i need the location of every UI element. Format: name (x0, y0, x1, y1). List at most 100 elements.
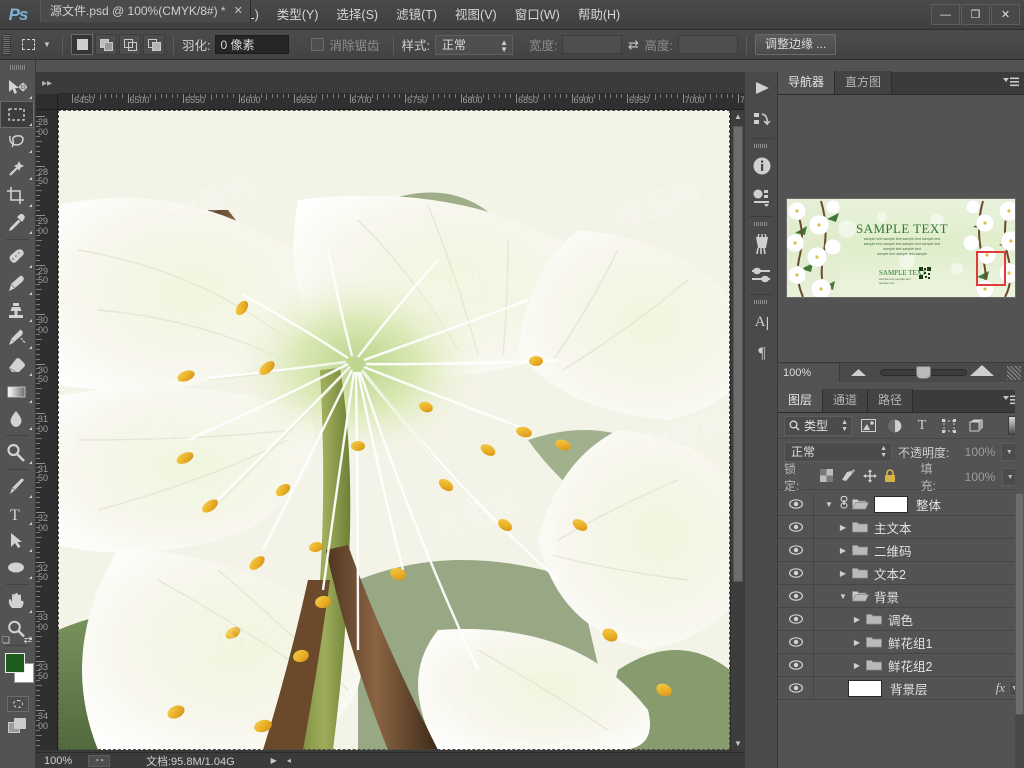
crop-tool[interactable] (0, 182, 34, 209)
height-input[interactable] (677, 35, 738, 54)
screen-mode-button[interactable] (0, 718, 35, 734)
chevron-right-icon[interactable]: ▶ (834, 546, 852, 555)
lock-transparent-icon[interactable] (819, 469, 833, 485)
new-selection-button[interactable] (71, 34, 93, 55)
chevron-right-icon[interactable]: ▶ (848, 615, 866, 624)
navigator-thumbnail[interactable]: SAMPLE TEXT sample text sample text samp… (786, 198, 1016, 298)
layer-row[interactable]: ▶ 鲜花组1 (778, 630, 1024, 654)
menu-9[interactable]: 帮助(H) (569, 0, 629, 30)
link-icon[interactable] (838, 495, 850, 512)
layer-visibility-toggle[interactable] (778, 561, 814, 585)
layer-visibility-toggle[interactable] (778, 584, 814, 608)
tab-paths[interactable]: 路径 (868, 389, 914, 412)
lock-position-icon[interactable] (862, 468, 877, 486)
status-menu-icon[interactable]: ▶ (271, 756, 277, 765)
vertical-scroll-thumb[interactable] (733, 126, 743, 582)
refine-edge-button[interactable]: 调整边缘 ... (754, 34, 837, 55)
chevron-down-icon[interactable]: ▼ (820, 500, 838, 509)
history-icon[interactable] (745, 104, 779, 136)
options-bar-grip[interactable] (2, 33, 11, 56)
feather-input[interactable]: 0 像素 (215, 35, 290, 54)
lasso-tool[interactable] (0, 128, 34, 155)
adjustment-filter-icon[interactable] (884, 416, 906, 436)
zoom-in-icon[interactable] (969, 365, 995, 380)
layer-row[interactable]: ▶ 鲜花组2 (778, 653, 1024, 677)
layer-row[interactable]: ▶ 调色 (778, 607, 1024, 631)
intersect-selection-button[interactable] (143, 34, 165, 55)
layer-row-body[interactable]: ▼ 背景 (814, 585, 1024, 608)
collapse-panel-icon[interactable]: ▸▸ (36, 72, 58, 94)
layers-scrollbar[interactable] (1015, 493, 1024, 768)
healing-brush-tool[interactable] (0, 243, 34, 270)
mini-bridge-icon[interactable] (745, 182, 779, 214)
layer-row-body[interactable]: ▶ 主文本 (814, 516, 1024, 539)
layer-row[interactable]: ▶ 主文本 (778, 515, 1024, 539)
canvas[interactable]: 我图网 我图网 我图网 我图网 我图网 我图网 我图网 我图网 (58, 110, 744, 750)
layer-row-body[interactable]: ▼ 整体 (814, 493, 1024, 516)
chevron-right-icon[interactable]: ▶ (848, 638, 866, 647)
dodge-tool[interactable] (0, 439, 34, 466)
type-tool[interactable]: T (0, 500, 34, 527)
gradient-tool[interactable] (0, 378, 34, 405)
layer-visibility-toggle[interactable] (778, 653, 814, 677)
close-button[interactable]: ✕ (991, 4, 1020, 25)
menu-8[interactable]: 窗口(W) (506, 0, 569, 30)
layer-row[interactable]: ▼ 背景 (778, 584, 1024, 608)
layer-visibility-toggle[interactable] (778, 515, 814, 539)
layer-visibility-toggle[interactable] (778, 676, 814, 700)
path-selection-tool[interactable] (0, 527, 34, 554)
menu-5[interactable]: 选择(S) (327, 0, 387, 30)
layers-scroll-thumb[interactable] (1015, 493, 1024, 715)
layer-mask-thumbnail[interactable] (874, 495, 908, 513)
pen-tool[interactable] (0, 473, 34, 500)
tools-panel-grip[interactable] (0, 60, 35, 74)
layer-row-body[interactable]: ▶ 鲜花组1 (814, 631, 1024, 654)
layer-visibility-toggle[interactable] (778, 607, 814, 631)
blur-tool[interactable] (0, 405, 34, 432)
menu-7[interactable]: 视图(V) (446, 0, 506, 30)
panel-resize-grip[interactable] (1007, 365, 1021, 380)
document-tab[interactable]: 源文件.psd @ 100%(CMYK/8#) * ✕ (40, 0, 251, 22)
dock-grip[interactable] (745, 219, 777, 228)
zoom-slider-thumb[interactable] (915, 366, 931, 379)
layer-row[interactable]: ▼ 整体 (778, 493, 1024, 516)
layer-row-body[interactable]: ▶ 鲜花组2 (814, 654, 1024, 677)
navigator-zoom-slider[interactable] (840, 363, 1007, 383)
width-input[interactable] (562, 35, 623, 54)
chevron-right-icon[interactable]: ▶ (848, 661, 866, 670)
layer-row-body[interactable]: ▶ 二维码 (814, 539, 1024, 562)
smart-object-filter-icon[interactable] (965, 416, 987, 436)
vertical-scrollbar[interactable]: ▲ ▼ (730, 110, 744, 750)
maximize-button[interactable]: ❐ (961, 4, 990, 25)
character-icon[interactable]: A | (745, 306, 779, 338)
layer-row-body[interactable]: ▶ 文本2 (814, 562, 1024, 585)
navigator-zoom-input[interactable]: 100% (778, 363, 840, 382)
ellipse-tool[interactable] (0, 554, 34, 581)
scroll-up-icon[interactable]: ▲ (731, 112, 745, 121)
scroll-down-icon[interactable]: ▼ (731, 739, 745, 748)
layer-visibility-toggle[interactable] (778, 493, 814, 516)
default-colors-icon[interactable]: ❏ (2, 635, 10, 647)
tab-channels[interactable]: 通道 (823, 389, 869, 412)
history-brush-tool[interactable] (0, 324, 34, 351)
dock-grip[interactable] (745, 141, 777, 150)
magic-wand-tool[interactable] (0, 155, 34, 182)
marquee-tool[interactable] (0, 101, 34, 128)
menu-6[interactable]: 滤镜(T) (387, 0, 446, 30)
tab-navigator[interactable]: 导航器 (778, 71, 836, 94)
brush-icon[interactable] (745, 228, 779, 260)
swap-colors-icon[interactable]: ⇄ (24, 635, 32, 647)
menu-4[interactable]: 类型(Y) (268, 0, 328, 30)
blend-mode-select[interactable]: 正常 ▲ ▼ (784, 442, 892, 462)
layer-filter-select[interactable]: 类型 ▲ ▼ (784, 415, 852, 436)
quick-mask-button[interactable] (0, 696, 35, 712)
layer-visibility-toggle[interactable] (778, 630, 814, 654)
current-tool-icon[interactable] (16, 34, 40, 56)
zoom-out-icon[interactable] (850, 366, 867, 380)
pixel-filter-icon[interactable] (857, 416, 879, 436)
antialias-checkbox[interactable] (311, 38, 325, 51)
vertical-ruler[interactable]: 2800 2850 2900 2950 3000 3050 3100 3150 3200 3250… (36, 110, 58, 750)
layer-row[interactable]: 背景层fx▼ (778, 676, 1024, 700)
minimize-button[interactable]: — (931, 4, 960, 25)
layer-row[interactable]: ▶ 二维码 (778, 538, 1024, 562)
